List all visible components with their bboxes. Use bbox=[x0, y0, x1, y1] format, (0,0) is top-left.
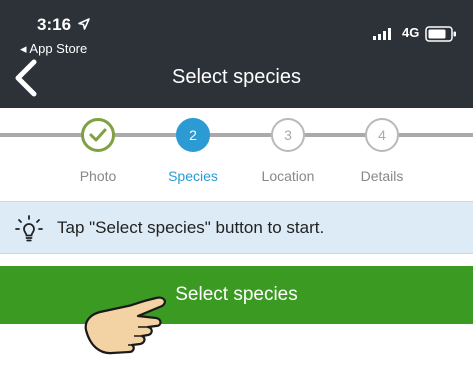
location-arrow-icon bbox=[78, 18, 90, 30]
step-label-species: Species bbox=[168, 168, 218, 184]
page-title: Select species bbox=[172, 66, 301, 88]
battery-icon bbox=[425, 26, 456, 42]
step-photo-circle bbox=[81, 118, 115, 152]
back-to-app-store-link[interactable]: ◂ App Store bbox=[20, 41, 87, 57]
step-details-circle: 4 bbox=[365, 118, 399, 152]
step-photo[interactable] bbox=[81, 118, 115, 152]
status-time: 3:16 bbox=[37, 15, 72, 34]
step-species-circle: 2 bbox=[176, 118, 210, 152]
checkmark-icon bbox=[89, 128, 107, 142]
step-label-photo: Photo bbox=[79, 168, 117, 184]
step-label-details: Details bbox=[360, 168, 404, 184]
signal-strength-icon bbox=[373, 28, 391, 40]
stepper-track bbox=[0, 133, 473, 137]
header-bar: 3:16 ◂ App Store 4G Select species bbox=[0, 0, 473, 108]
step-location-circle: 3 bbox=[271, 118, 305, 152]
step-species[interactable]: 2 bbox=[176, 118, 210, 152]
progress-stepper: Photo 2 Species 3 Location 4 Details bbox=[0, 108, 473, 200]
network-type: 4G bbox=[402, 25, 420, 40]
select-species-button[interactable]: Select species bbox=[0, 266, 473, 324]
step-details[interactable]: 4 bbox=[365, 118, 399, 152]
step-location[interactable]: 3 bbox=[271, 118, 305, 152]
pointing-hand-icon bbox=[84, 296, 166, 355]
lightbulb-icon bbox=[15, 215, 43, 242]
step-label-location: Location bbox=[261, 168, 315, 184]
hint-banner: Tap "Select species" button to start. bbox=[0, 201, 473, 254]
hint-text: Tap "Select species" button to start. bbox=[57, 218, 325, 237]
